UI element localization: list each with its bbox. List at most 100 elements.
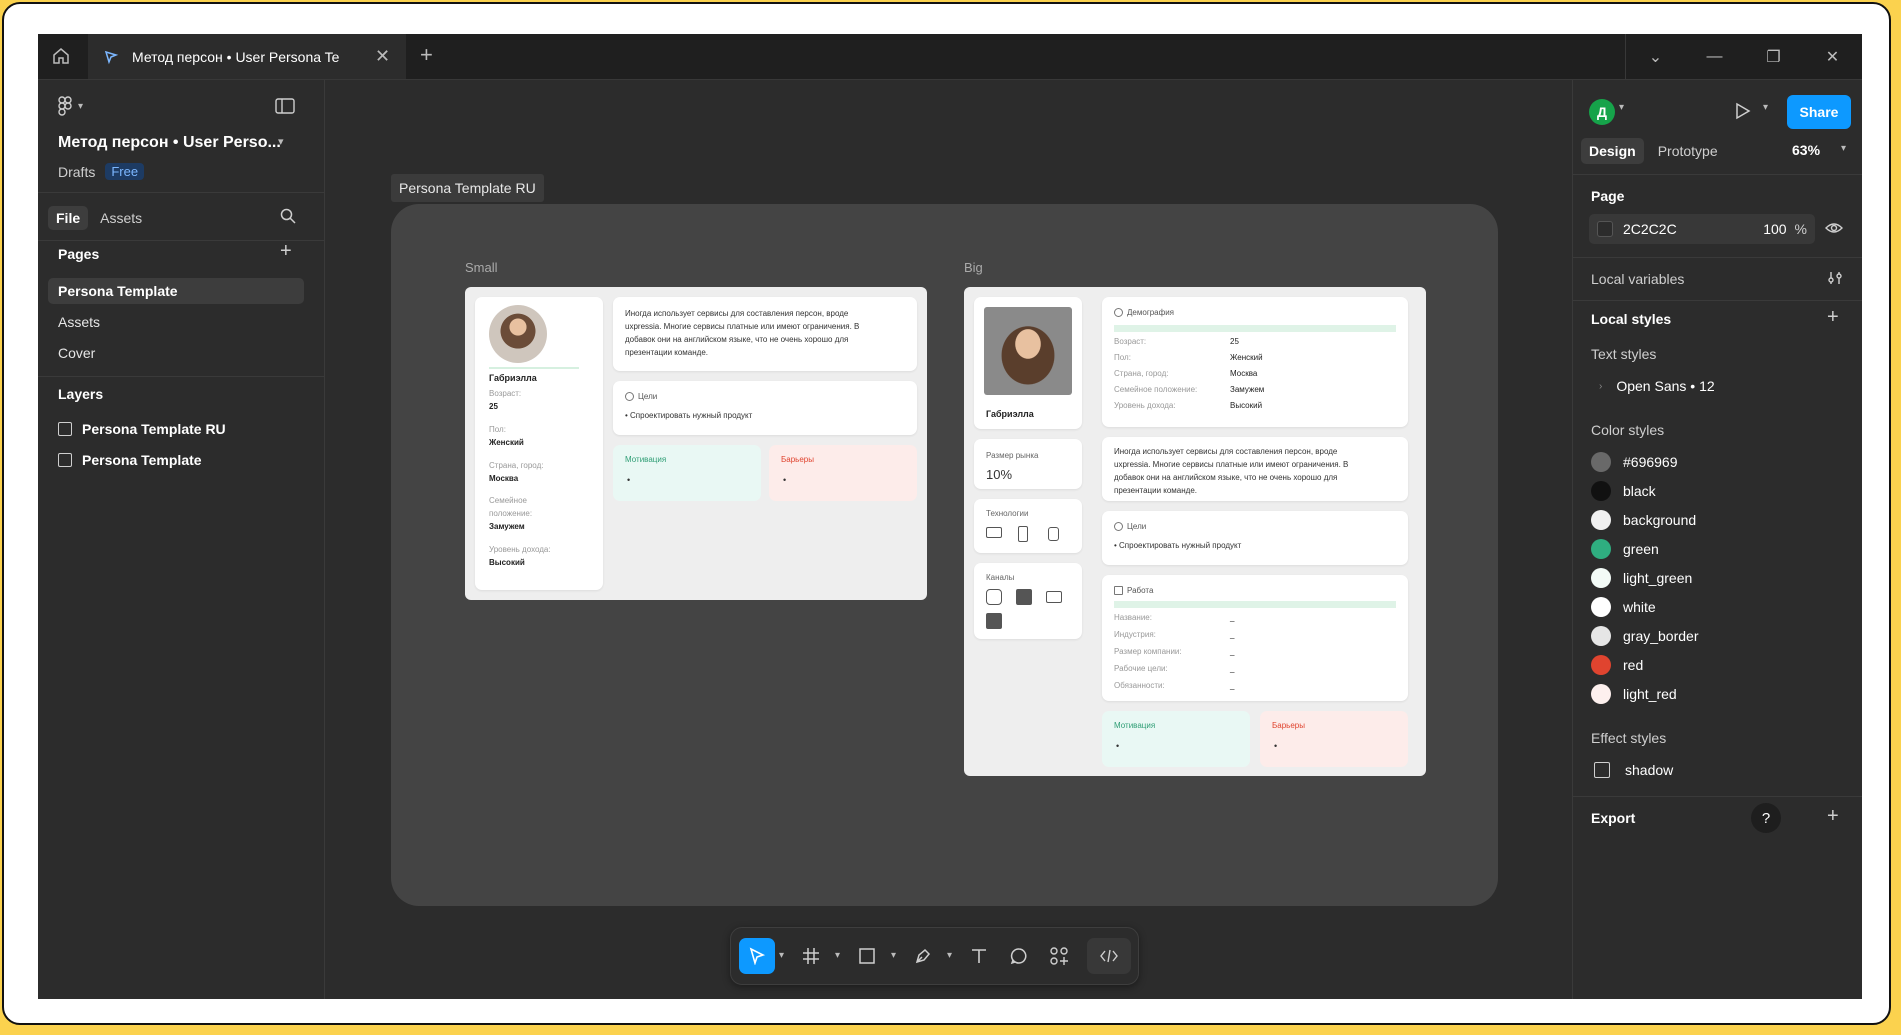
resources-button[interactable] [1041,938,1077,974]
marital-label: Семейное [489,496,527,505]
close-window-icon[interactable]: ✕ [1803,47,1862,67]
persona-card-big[interactable]: Габриэлла Демография Возраст: 25 Пол: Же… [964,287,1426,776]
page-item-cover[interactable]: Cover [48,340,304,366]
barriers-card: Барьеры • [1260,711,1408,767]
persona-card-small[interactable]: Габриэлла Возраст: 25 Пол: Женский Стран… [465,287,927,600]
demography-title: Демография [1114,308,1174,317]
shape-tool-button[interactable] [849,938,885,974]
drafts-label[interactable]: Drafts [58,164,95,180]
page-color-value[interactable]: 2C2C2C [1623,221,1677,237]
color-style-item[interactable]: green [1591,539,1659,559]
color-style-label: red [1623,657,1644,673]
color-style-label: green [1623,541,1659,557]
code-icon [1100,949,1118,963]
persona-frame[interactable]: Small Big Габриэлла Возраст: 25 Пол: Жен… [391,204,1498,906]
plan-badge[interactable]: Free [105,163,145,180]
barriers-title: Барьеры [1272,721,1305,730]
page-color-field[interactable]: 2C2C2C 100 % [1589,214,1815,244]
add-export-icon[interactable]: + [1827,805,1839,828]
quote-line: Иногда использует сервисы для составлени… [625,309,849,318]
work-title-text: Работа [1127,586,1154,595]
page-item-persona-template[interactable]: Persona Template [48,278,304,304]
color-style-item[interactable]: light_red [1591,684,1677,704]
layer-item[interactable]: Persona Template [58,452,202,468]
chevron-down-icon[interactable]: ▾ [1763,102,1768,113]
color-style-label: gray_border [1623,628,1699,644]
effect-style-item[interactable]: shadow [1591,762,1673,778]
restore-icon[interactable]: ❐ [1744,47,1803,67]
tab-prototype[interactable]: Prototype [1650,138,1726,164]
instagram-icon [986,589,1002,605]
chevron-down-icon[interactable]: ▾ [278,135,284,148]
chevron-down-icon[interactable]: ⌄ [1626,47,1685,67]
color-style-item[interactable]: red [1591,655,1643,675]
close-tab-icon[interactable]: ✕ [375,46,390,67]
search-icon[interactable] [280,208,296,229]
color-style-item[interactable]: gray_border [1591,626,1699,646]
tab-design[interactable]: Design [1581,138,1644,164]
barriers-title: Барьеры [781,455,814,464]
help-button[interactable]: ? [1751,803,1781,833]
text-tool-button[interactable] [961,938,997,974]
tab-assets[interactable]: Assets [92,206,150,230]
cursor-icon [749,947,766,965]
chevron-down-icon[interactable]: ▾ [835,950,840,961]
move-tool-button[interactable] [739,938,775,974]
color-style-item[interactable]: black [1591,481,1656,501]
zoom-level[interactable]: 63% [1792,142,1820,158]
gender-label: Пол: [489,425,506,434]
frame-icon [58,453,72,467]
chevron-down-icon: ▾ [78,100,84,112]
chevron-down-icon[interactable]: ▾ [779,950,784,961]
present-icon[interactable] [1735,102,1751,125]
dev-mode-toggle[interactable] [1087,938,1131,974]
text-style-item[interactable]: › Open Sans • 12 [1599,378,1715,394]
page-item-assets[interactable]: Assets [48,309,304,335]
color-style-item[interactable]: white [1591,597,1656,617]
twitter-icon [986,613,1002,629]
new-tab-icon[interactable]: + [420,42,433,68]
components-icon [1050,947,1068,965]
page-opacity-value[interactable]: 100 [1763,221,1786,237]
color-style-item[interactable]: #696969 [1591,452,1678,472]
chevron-down-icon[interactable]: ▾ [1619,102,1624,113]
quote-card: Иногда использует сервисы для составлени… [1102,437,1408,501]
add-page-icon[interactable]: + [280,240,292,263]
frame-tool-button[interactable] [793,938,829,974]
minimize-icon[interactable]: — [1685,48,1744,66]
tab-file[interactable]: File [48,206,89,230]
chevron-down-icon[interactable]: ▾ [1841,143,1846,154]
pen-tool-button[interactable] [905,938,941,974]
layer-item[interactable]: Persona Template RU [58,421,226,437]
sidebar-toggle-icon[interactable] [275,98,295,119]
page-color-swatch[interactable] [1597,221,1613,237]
file-tabs: File Assets [48,206,150,230]
file-name[interactable]: Метод персон • User Perso... [58,134,281,152]
pages-heading: Pages [58,246,100,262]
color-style-item[interactable]: background [1591,510,1696,530]
color-style-item[interactable]: light_green [1591,568,1692,588]
chevron-right-icon: › [1599,380,1603,392]
eye-icon[interactable] [1825,221,1843,240]
facebook-icon [1016,589,1032,605]
file-tab[interactable]: Метод персон • User Persona Te ✕ [88,34,406,79]
hash-frame-icon [803,948,819,964]
chevron-down-icon[interactable]: ▾ [947,950,952,961]
chevron-down-icon[interactable]: ▾ [891,950,896,961]
market-value: 10% [986,467,1013,482]
user-avatar[interactable]: Д [1589,99,1615,125]
canvas[interactable]: Persona Template RU Small Big Габриэлла … [325,80,1571,999]
text-styles-heading: Text styles [1591,346,1657,362]
variables-icon[interactable] [1827,270,1843,291]
frame-label[interactable]: Persona Template RU [391,174,544,202]
color-swatch [1591,684,1611,704]
color-swatch [1591,452,1611,472]
main-menu-button[interactable]: ▾ [58,96,83,116]
local-variables-label[interactable]: Local variables [1591,271,1684,287]
home-icon[interactable] [48,43,74,69]
comment-tool-button[interactable] [1001,938,1037,974]
divider [1573,796,1862,797]
add-style-icon[interactable]: + [1827,306,1839,329]
location-label: Страна, город: [1114,369,1169,378]
share-button[interactable]: Share [1787,95,1851,129]
